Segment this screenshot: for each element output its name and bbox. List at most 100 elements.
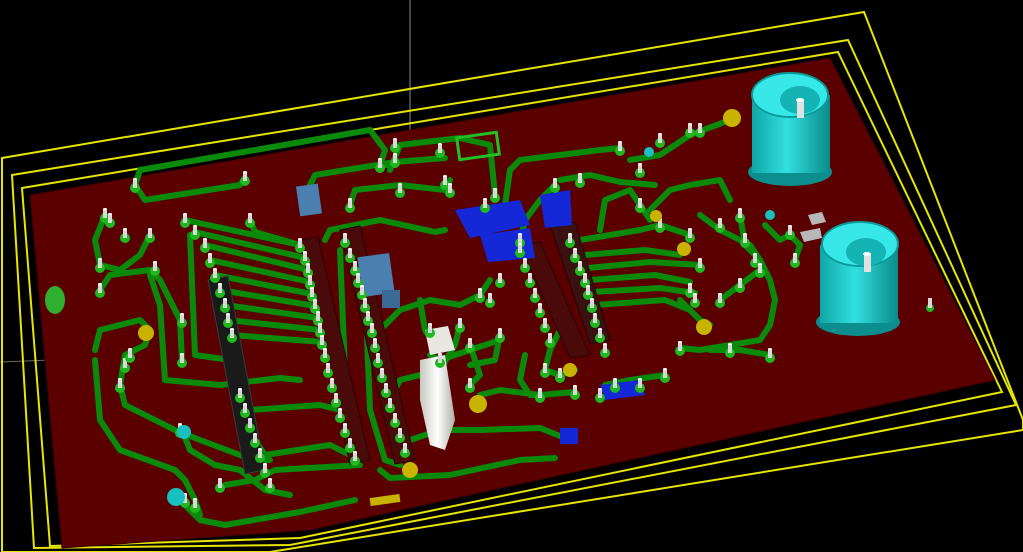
pin-top bbox=[548, 333, 552, 335]
pin-top bbox=[488, 293, 492, 295]
pin-top bbox=[438, 353, 442, 355]
pin-top bbox=[183, 213, 187, 215]
pin-top bbox=[248, 213, 252, 215]
pcb-3d-viewport[interactable] bbox=[0, 0, 1023, 552]
pin bbox=[384, 384, 388, 393]
connector-top bbox=[748, 72, 832, 186]
pin-top bbox=[243, 403, 247, 405]
pin-top bbox=[380, 368, 384, 370]
pin-top bbox=[366, 311, 370, 313]
pin-top bbox=[378, 158, 382, 160]
pin bbox=[218, 284, 222, 293]
pin-top bbox=[258, 448, 262, 450]
pin bbox=[123, 229, 127, 238]
pin-top bbox=[353, 451, 357, 453]
pin-top bbox=[638, 198, 642, 200]
pin-top bbox=[393, 153, 397, 155]
pin-top bbox=[583, 273, 587, 275]
pin bbox=[618, 142, 622, 151]
pin bbox=[298, 239, 302, 248]
pin bbox=[108, 214, 112, 223]
pin bbox=[483, 199, 487, 208]
pin bbox=[573, 386, 577, 395]
pin-top bbox=[498, 328, 502, 330]
pin-top bbox=[553, 178, 557, 180]
pin bbox=[753, 254, 757, 263]
pin-top bbox=[593, 313, 597, 315]
pin bbox=[313, 300, 317, 309]
pin-top bbox=[728, 343, 732, 345]
pin-top bbox=[603, 343, 607, 345]
pin-top bbox=[248, 418, 252, 420]
pin-top bbox=[316, 311, 320, 313]
pin bbox=[688, 284, 692, 293]
pin bbox=[338, 409, 342, 418]
pin-top bbox=[353, 261, 357, 263]
pin bbox=[258, 449, 262, 458]
pin-top bbox=[578, 173, 582, 175]
pin bbox=[788, 226, 792, 235]
pin-top bbox=[698, 123, 702, 125]
pin bbox=[543, 319, 547, 328]
pin bbox=[573, 249, 577, 258]
pin-top bbox=[268, 478, 272, 480]
pin-top bbox=[223, 298, 227, 300]
pin bbox=[318, 324, 322, 333]
pin bbox=[693, 294, 697, 303]
pin-top bbox=[393, 138, 397, 140]
pin-top bbox=[768, 348, 772, 350]
pin bbox=[320, 336, 324, 345]
pin bbox=[728, 344, 732, 353]
pin-top bbox=[193, 225, 197, 227]
pin-top bbox=[478, 288, 482, 290]
pin bbox=[638, 379, 642, 388]
pin-top bbox=[638, 378, 642, 380]
pin-top bbox=[306, 263, 310, 265]
pin bbox=[448, 184, 452, 193]
pin bbox=[578, 174, 582, 183]
pin bbox=[538, 304, 542, 313]
pin bbox=[493, 189, 497, 198]
pin-top bbox=[543, 363, 547, 365]
pin bbox=[316, 312, 320, 321]
pin-top bbox=[384, 383, 388, 385]
pin-top bbox=[428, 323, 432, 325]
pin-top bbox=[108, 213, 112, 215]
pin-top bbox=[180, 353, 184, 355]
pin bbox=[253, 434, 257, 443]
pin-top bbox=[343, 423, 347, 425]
pin-top bbox=[238, 388, 242, 390]
pin-top bbox=[118, 378, 122, 380]
pin bbox=[558, 369, 562, 378]
pin bbox=[378, 159, 382, 168]
pin-top bbox=[443, 175, 447, 177]
pin-top bbox=[483, 198, 487, 200]
pin bbox=[343, 424, 347, 433]
pin bbox=[98, 259, 102, 268]
pin-top bbox=[448, 183, 452, 185]
pin bbox=[226, 314, 230, 323]
pin-top bbox=[793, 253, 797, 255]
pin-top bbox=[263, 463, 267, 465]
pin-top bbox=[788, 225, 792, 227]
pin bbox=[208, 254, 212, 263]
pin bbox=[366, 312, 370, 321]
pin-top bbox=[718, 293, 722, 295]
pin bbox=[323, 349, 327, 358]
pin bbox=[698, 124, 702, 133]
pin bbox=[548, 334, 552, 343]
pin-top bbox=[98, 283, 102, 285]
pin bbox=[238, 389, 242, 398]
pin-top bbox=[663, 368, 667, 370]
pin-top bbox=[613, 378, 617, 380]
pin bbox=[478, 289, 482, 298]
pin bbox=[98, 284, 102, 293]
pin bbox=[330, 379, 334, 388]
pin-top bbox=[193, 498, 197, 500]
pin bbox=[528, 274, 532, 283]
pin-top bbox=[598, 388, 602, 390]
pin-top bbox=[403, 443, 407, 445]
pin-top bbox=[518, 233, 522, 235]
pin-top bbox=[658, 133, 662, 135]
pin-top bbox=[398, 428, 402, 430]
